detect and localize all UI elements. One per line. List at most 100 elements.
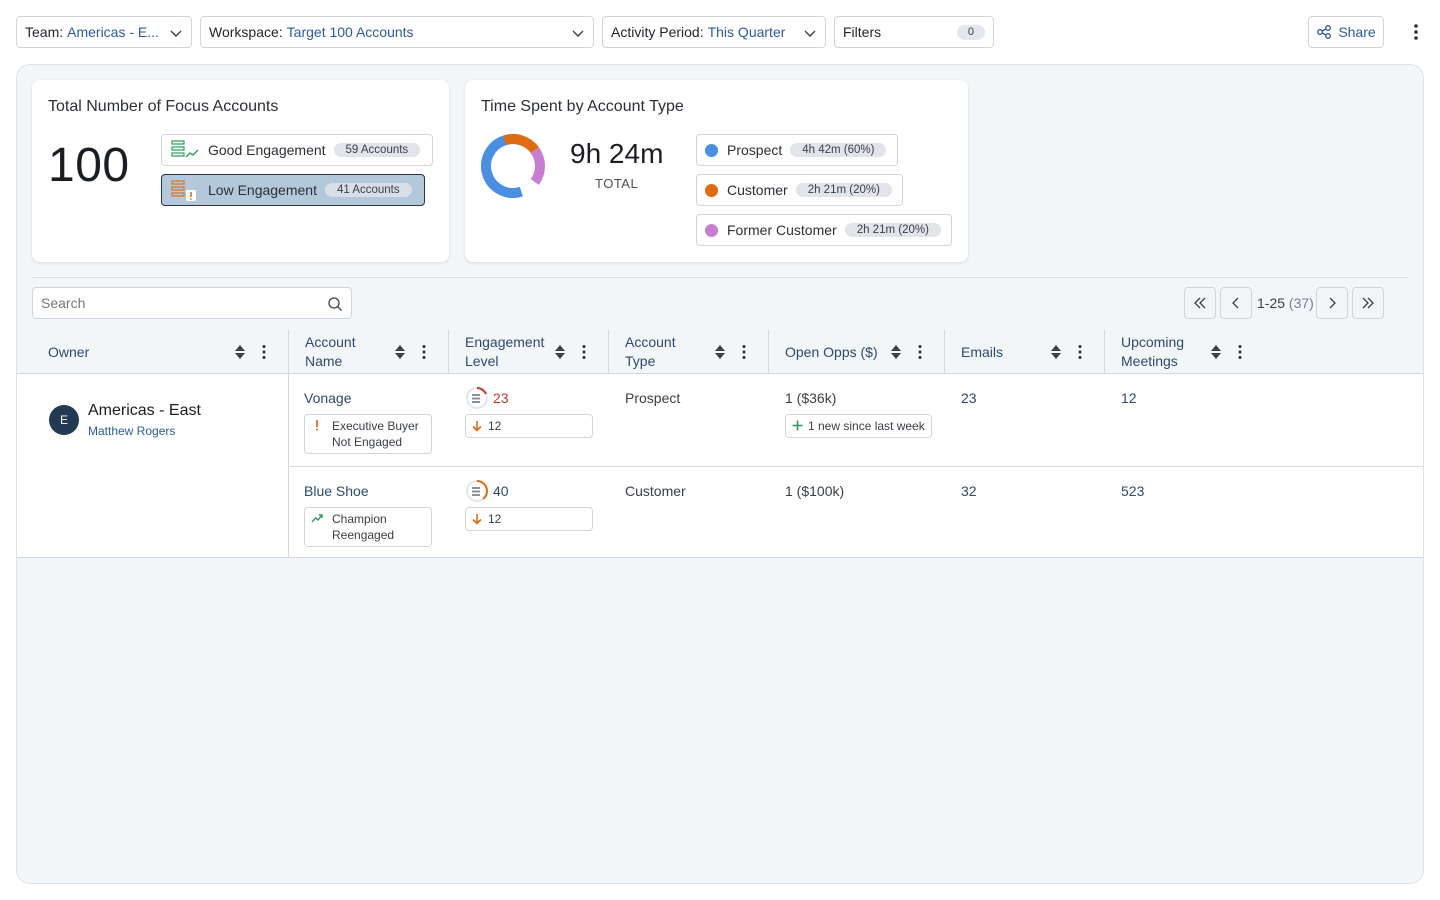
sort-icon[interactable] (394, 344, 406, 360)
account-type: Customer (625, 483, 686, 499)
sort-icon[interactable] (714, 344, 726, 360)
sort-icon[interactable] (234, 344, 246, 360)
good-engagement-count: 59 Accounts (333, 143, 421, 157)
trend-up-icon (311, 514, 323, 523)
activity-period-dropdown[interactable]: Activity Period: This Quarter (602, 16, 826, 48)
prospect-time: 4h 42m (60%) (790, 143, 887, 157)
column-label: Account Name (305, 334, 356, 369)
share-button[interactable]: Share (1308, 16, 1384, 48)
page-range-value: 1-25 (1257, 295, 1286, 311)
focus-accounts-total: 100 (48, 139, 130, 192)
new-opps-text: 1 new since last week (808, 419, 925, 433)
filters-button[interactable]: Filters 0 (834, 16, 994, 48)
open-opps: 1 ($36k) (785, 390, 837, 406)
last-page-button[interactable] (1352, 287, 1384, 319)
arrow-down-icon (472, 421, 482, 432)
search-icon[interactable] (327, 296, 343, 312)
focus-accounts-title: Total Number of Focus Accounts (48, 98, 279, 115)
column-menu-icon[interactable] (581, 344, 587, 360)
column-menu-icon[interactable] (421, 344, 427, 360)
time-spent-donut-chart (481, 134, 545, 198)
engagement-score: 23 (493, 390, 509, 406)
account-name[interactable]: Blue Shoe (304, 483, 369, 499)
column-menu-icon[interactable] (741, 344, 747, 360)
time-spent-total-label: TOTAL (595, 176, 639, 191)
prospect-color-dot (705, 143, 718, 157)
double-chevron-left-icon (1194, 297, 1206, 309)
account-type-former-customer[interactable]: Former Customer 2h 21m (20%) (696, 214, 952, 246)
column-menu-icon[interactable] (261, 344, 267, 360)
search-input[interactable] (41, 295, 321, 311)
first-page-button[interactable] (1184, 287, 1216, 319)
time-spent-title: Time Spent by Account Type (481, 98, 684, 115)
chevron-down-icon (804, 30, 816, 37)
engagement-delta-value: 12 (488, 512, 502, 526)
next-page-button[interactable] (1316, 287, 1348, 319)
column-header-owner[interactable]: Owner (48, 330, 288, 374)
owner-user-link[interactable]: Matthew Rogers (88, 424, 175, 438)
sort-icon[interactable] (554, 344, 566, 360)
table-body: E Americas - East Matthew Rogers Vonage … (17, 374, 1423, 558)
time-spent-total: 9h 24m (570, 138, 664, 169)
column-menu-icon[interactable] (917, 344, 923, 360)
column-label: Open Opps ($) (785, 343, 878, 360)
emails-count: 32 (961, 483, 977, 499)
new-opps-badge: 1 new since last week (785, 414, 932, 438)
double-chevron-right-icon (1362, 297, 1374, 309)
owner-cell: E Americas - East Matthew Rogers (17, 374, 289, 558)
account-name[interactable]: Vonage (304, 390, 352, 406)
team-value: Americas - E... (67, 24, 159, 40)
good-engagement-segment[interactable]: Good Engagement 59 Accounts (161, 134, 433, 166)
account-type-customer[interactable]: Customer 2h 21m (20%) (696, 174, 903, 206)
engagement-gauge-icon (466, 480, 488, 502)
team-dropdown[interactable]: Team: Americas - E... (16, 16, 192, 48)
column-label: Emails (961, 343, 1004, 360)
engagement-gauge-icon (466, 387, 488, 409)
focus-accounts-card: Total Number of Focus Accounts 100 Good … (32, 80, 449, 262)
more-options-icon[interactable] (1408, 22, 1424, 42)
insight-badge-text: Executive Buyer Not Engaged (332, 419, 419, 449)
share-label: Share (1338, 24, 1376, 40)
avatar: E (49, 405, 79, 435)
former-customer-label: Former Customer (727, 222, 837, 238)
low-engagement-segment[interactable]: Low Engagement 41 Accounts (161, 174, 425, 206)
customer-label: Customer (727, 182, 788, 198)
previous-page-button[interactable] (1220, 287, 1252, 319)
time-spent-card: Time Spent by Account Type 9h 24m TOTAL … (465, 80, 968, 262)
sort-icon[interactable] (1050, 344, 1062, 360)
column-menu-icon[interactable] (1077, 344, 1083, 360)
workspace-label: Workspace: (209, 24, 283, 40)
table-row[interactable]: Blue Shoe Champion Reengaged 40 12 Custo… (290, 466, 1423, 558)
workspace-dropdown[interactable]: Workspace: Target 100 Accounts (200, 16, 594, 48)
activity-period-label: Activity Period: (611, 24, 704, 40)
low-engagement-count: 41 Accounts (324, 183, 412, 197)
former-customer-time: 2h 21m (20%) (844, 223, 941, 237)
account-type: Prospect (625, 390, 681, 406)
column-label: Account Type (625, 334, 676, 369)
sort-icon[interactable] (1210, 344, 1222, 360)
column-menu-icon[interactable] (1237, 344, 1243, 360)
low-engagement-label: Low Engagement (208, 182, 317, 198)
emails-count: 23 (961, 390, 977, 406)
account-type-prospect[interactable]: Prospect 4h 42m (60%) (696, 134, 898, 166)
engagement-value: 40 (465, 479, 509, 503)
search-box (32, 287, 352, 319)
section-divider (32, 277, 1408, 278)
sort-icon[interactable] (890, 344, 902, 360)
engagement-delta: 12 (465, 414, 593, 438)
filters-label: Filters (843, 24, 882, 40)
open-opps: 1 ($100k) (785, 483, 845, 499)
filters-count-badge: 0 (956, 25, 985, 40)
good-engagement-label: Good Engagement (208, 142, 326, 158)
column-label: Engagement Level (465, 334, 545, 369)
column-label: Upcoming Meetings (1121, 334, 1185, 369)
plus-icon (792, 420, 803, 431)
prospect-label: Prospect (727, 142, 783, 158)
dashboard-panel: Total Number of Focus Accounts 100 Good … (16, 64, 1424, 884)
table-row[interactable]: Vonage Executive Buyer Not Engaged 23 12… (290, 374, 1423, 466)
insight-badge: Champion Reengaged (304, 507, 432, 547)
activity-period-value: This Quarter (707, 24, 786, 40)
meetings-count: 12 (1121, 390, 1137, 406)
chevron-left-icon (1232, 297, 1239, 309)
engagement-value: 23 (465, 386, 509, 410)
